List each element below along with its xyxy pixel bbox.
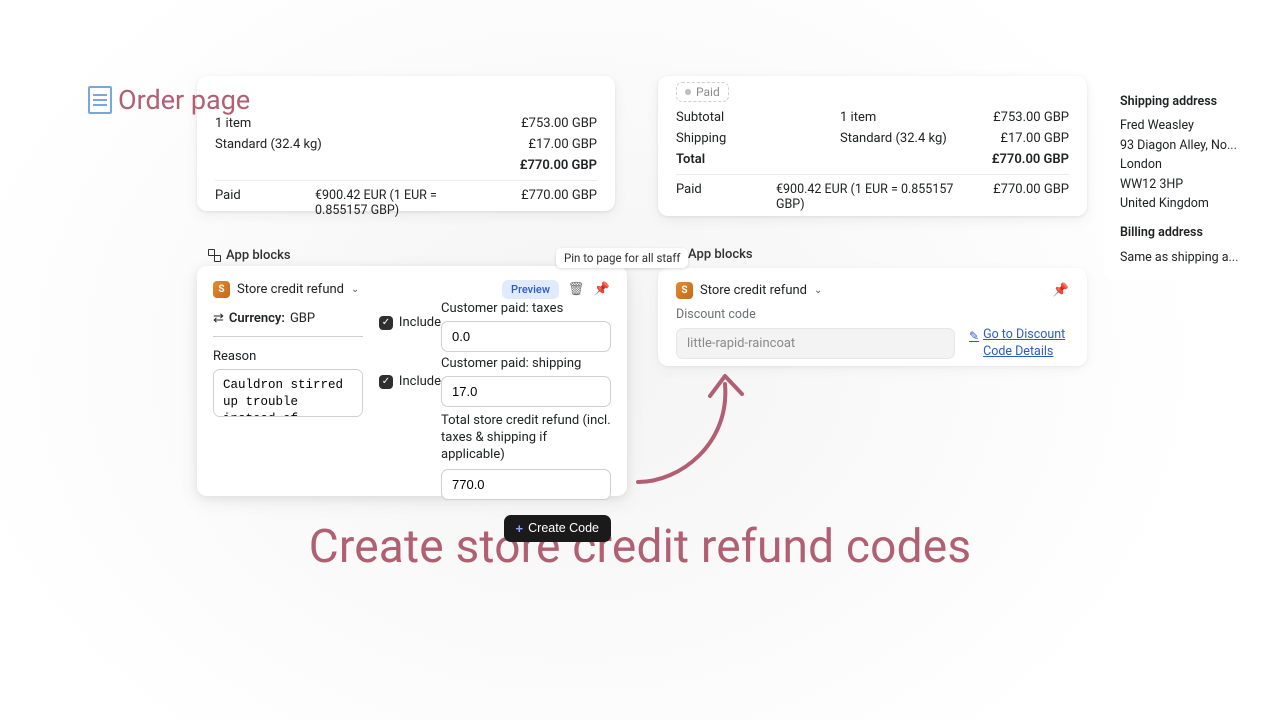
- page-title: Order page: [88, 84, 250, 116]
- order-summary-right: Paid Subtotal 1 item £753.00 GBP Shippin…: [658, 76, 1087, 216]
- reason-label: Reason: [213, 349, 365, 364]
- store-credit-refund-block-right: S Store credit refund ⌄ 📌 Discount code …: [658, 268, 1087, 366]
- pin-tooltip: Pin to page for all staff: [556, 248, 688, 268]
- caption-title: Create store credit refund codes: [0, 520, 1280, 574]
- delete-icon[interactable]: 🗑: [567, 281, 585, 299]
- document-icon: [88, 86, 112, 114]
- paid-eur: €900.42 EUR (1 EUR = 0.855157 GBP): [295, 188, 487, 218]
- include-taxes-checkbox[interactable]: ✓: [379, 316, 393, 330]
- app-logo-icon: S: [676, 282, 693, 299]
- page-title-text: Order page: [118, 84, 250, 116]
- ship-amount: £17.00 GBP: [487, 137, 597, 152]
- currency-swap-icon: ⇄: [213, 311, 224, 326]
- pin-icon[interactable]: 📌: [1053, 283, 1069, 298]
- paid-label: Paid: [215, 188, 295, 218]
- total-input[interactable]: [441, 469, 611, 500]
- taxes-label: Customer paid: taxes: [441, 301, 611, 316]
- shipping-input[interactable]: [441, 376, 611, 407]
- preview-badge: Preview: [502, 280, 559, 299]
- total-label: Total store credit refund (incl. taxes &…: [441, 413, 611, 464]
- chevron-down-icon: ⌄: [814, 285, 822, 296]
- billing-address-heading: Billing address: [1120, 223, 1280, 242]
- shipping-label: Customer paid: shipping: [441, 356, 611, 371]
- include-shipping-checkbox[interactable]: ✓: [379, 375, 393, 389]
- address-card: Shipping address Fred Weasley 93 Diagon …: [1104, 78, 1280, 281]
- app-blocks-heading-left: App blocks: [208, 248, 291, 263]
- line-amount: £753.00 GBP: [487, 116, 597, 131]
- taxes-input[interactable]: [441, 321, 611, 352]
- reason-input[interactable]: [213, 369, 363, 417]
- pin-icon[interactable]: 📌: [593, 281, 611, 299]
- paid-badge: Paid: [676, 82, 729, 102]
- app-block-title[interactable]: S Store credit refund ⌄: [213, 281, 359, 298]
- discount-details-link[interactable]: ✎ Go to Discount Code Details: [969, 327, 1069, 361]
- qty-label: 1 item: [215, 116, 295, 131]
- annotation-arrow: [620, 364, 770, 494]
- order-summary-left: 1 item £753.00 GBP Standard (32.4 kg) £1…: [197, 76, 615, 211]
- chevron-down-icon: ⌄: [351, 284, 359, 295]
- edit-icon: ✎: [969, 328, 979, 344]
- total-amount: £770.00 GBP: [487, 158, 597, 173]
- store-credit-refund-block-left: S Store credit refund ⌄ Preview 🗑 📌 ⇄ Cu…: [197, 266, 627, 496]
- paid-right: £770.00 GBP: [487, 188, 597, 218]
- shipping-method: Standard (32.4 kg): [215, 137, 322, 152]
- discount-code-label: Discount code: [676, 307, 1069, 322]
- create-code-button[interactable]: + Create Code: [504, 515, 611, 542]
- app-block-title[interactable]: S Store credit refund ⌄: [676, 282, 822, 299]
- shipping-address-heading: Shipping address: [1120, 92, 1280, 111]
- discount-code-input: little-rapid-raincoat: [676, 328, 955, 359]
- blocks-icon: [208, 249, 221, 262]
- app-logo-icon: S: [213, 281, 230, 298]
- plus-icon: +: [516, 521, 524, 536]
